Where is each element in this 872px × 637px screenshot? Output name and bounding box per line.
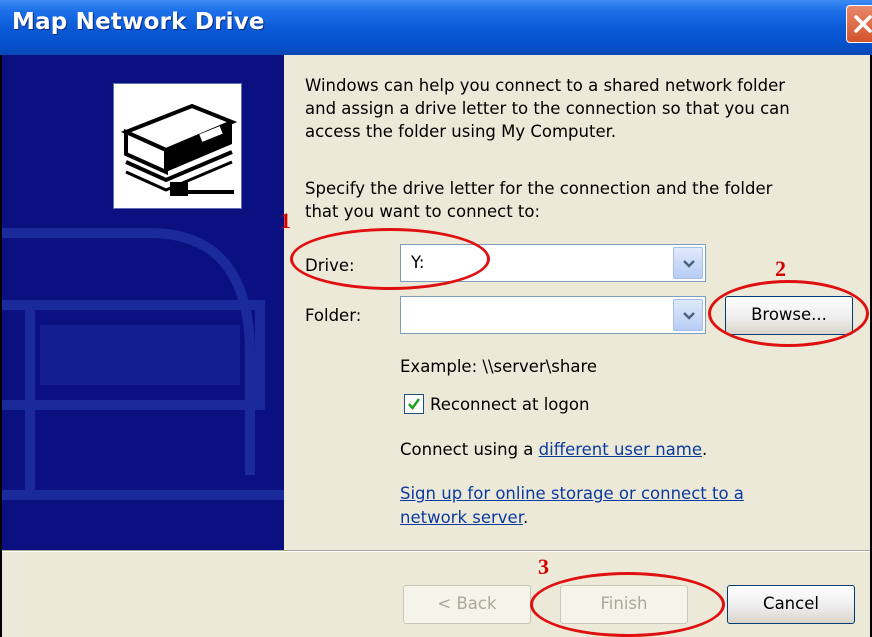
different-user-name-link[interactable]: different user name	[539, 440, 702, 459]
title-bar[interactable]: Map Network Drive	[0, 0, 872, 55]
annotation-circle-finish	[530, 572, 725, 637]
window-left-border	[0, 55, 2, 637]
instructions-line-1: Specify the drive letter for the connect…	[305, 179, 773, 198]
instructions-line-2: that you want to connect to:	[305, 202, 541, 221]
dropdown-arrow-icon	[683, 260, 695, 268]
cancel-button[interactable]: Cancel	[727, 585, 855, 624]
connect-suffix: .	[702, 440, 708, 459]
back-button[interactable]: < Back	[403, 585, 531, 624]
map-network-drive-dialog: Map Network Drive Windows can help you c…	[0, 0, 872, 637]
wizard-side-panel	[0, 55, 284, 550]
folder-label: Folder:	[305, 306, 362, 325]
network-drive-icon-frame	[113, 83, 242, 209]
connect-prefix: Connect using a	[400, 440, 539, 459]
connect-using-text: Connect using a different user name.	[400, 440, 707, 459]
network-drive-icon	[120, 103, 238, 196]
reconnect-label[interactable]: Reconnect at logon	[430, 395, 589, 414]
intro-text: Windows can help you connect to a shared…	[305, 74, 790, 143]
close-button[interactable]	[846, 5, 872, 43]
folder-dropdown-button[interactable]	[673, 299, 703, 331]
reconnect-checkbox[interactable]	[404, 394, 424, 414]
signup-text: Sign up for online storage or connect to…	[400, 482, 744, 530]
signup-link-line-1[interactable]: Sign up for online storage or connect to…	[400, 482, 744, 506]
folder-combobox[interactable]	[400, 296, 706, 334]
signup-link-line-2[interactable]: network server	[400, 508, 523, 527]
dropdown-arrow-icon	[683, 312, 695, 320]
checkmark-icon	[408, 398, 421, 411]
close-icon	[854, 15, 872, 33]
intro-line-3: access the folder using My Computer.	[305, 122, 617, 141]
annotation-number-2: 2	[775, 256, 786, 281]
intro-line-1: Windows can help you connect to a shared…	[305, 76, 786, 95]
instructions-text: Specify the drive letter for the connect…	[305, 177, 772, 223]
window-title: Map Network Drive	[12, 9, 265, 35]
footer-separator	[0, 550, 872, 552]
annotation-circle-drive	[290, 228, 490, 290]
annotation-number-3: 3	[538, 554, 549, 579]
annotation-number-1: 1	[280, 208, 291, 233]
signup-suffix: .	[522, 508, 529, 527]
example-text: Example: \\server\share	[400, 357, 598, 376]
annotation-circle-browse	[708, 280, 869, 347]
drive-dropdown-button[interactable]	[673, 247, 703, 279]
intro-line-2: and assign a drive letter to the connect…	[305, 99, 790, 118]
